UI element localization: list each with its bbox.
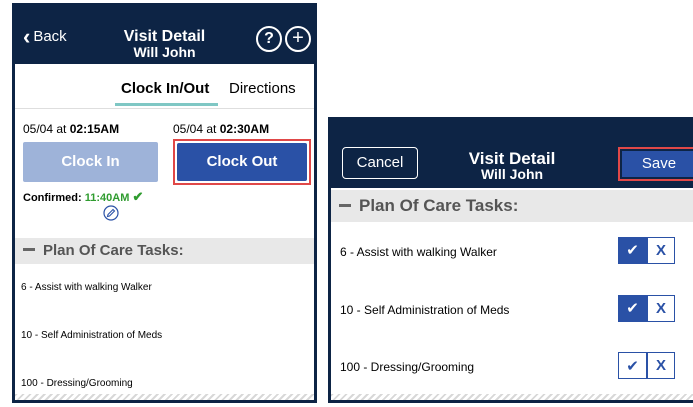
torn-edge: [331, 394, 693, 400]
clock-in-date: 05/04 at: [23, 122, 70, 136]
task-item: 6 - Assist with walking Walker: [21, 282, 152, 293]
check-icon[interactable]: ✔: [618, 352, 647, 379]
clock-out-highlight: Clock Out: [173, 139, 311, 185]
add-icon[interactable]: +: [285, 26, 311, 52]
header-bar: Cancel Visit Detail Will John Save: [331, 120, 693, 188]
torn-edge: [15, 394, 314, 400]
task-item: 100 - Dressing/Grooming: [21, 378, 133, 389]
clock-out-date: 05/04 at: [173, 122, 220, 136]
help-icon[interactable]: ?: [256, 26, 282, 52]
tab-clock-in-out[interactable]: Clock In/Out: [121, 80, 209, 97]
x-button[interactable]: X: [647, 295, 675, 322]
task-toggle: ✔ X: [618, 237, 675, 264]
task-item: 10 - Self Administration of Meds: [21, 330, 163, 341]
clock-in-button[interactable]: Clock In: [23, 142, 158, 182]
check-icon[interactable]: ✔: [618, 237, 647, 264]
plan-of-care-header[interactable]: Plan Of Care Tasks:: [15, 238, 314, 264]
collapse-icon: [23, 248, 35, 252]
divider: [15, 108, 314, 109]
x-button[interactable]: X: [647, 237, 675, 264]
task-toggle: ✔ X: [618, 352, 675, 379]
header-bar: ‹ Back Visit Detail Will John ? +: [15, 6, 314, 64]
task-toggle: ✔ X: [618, 295, 675, 322]
clock-out-time-value: 02:30AM: [219, 122, 270, 136]
section-title: Plan Of Care Tasks:: [359, 196, 519, 215]
task-label: 6 - Assist with walking Walker: [340, 245, 497, 259]
tab-bar: Clock In/Out Directions: [15, 74, 314, 109]
section-title: Plan Of Care Tasks:: [43, 242, 184, 259]
plan-of-care-header[interactable]: Plan Of Care Tasks:: [331, 190, 693, 222]
task-label: 10 - Self Administration of Meds: [340, 303, 510, 317]
clock-in-time-value: 02:15AM: [69, 122, 120, 136]
tab-directions[interactable]: Directions: [229, 80, 296, 97]
check-icon: ✔: [132, 189, 144, 204]
task-label: 100 - Dressing/Grooming: [340, 360, 475, 374]
clock-in-time: 05/04 at 02:15AM: [23, 122, 119, 136]
confirmed-status: Confirmed: 11:40AM ✔: [23, 189, 143, 205]
save-button[interactable]: Save: [622, 151, 693, 177]
x-button[interactable]: X: [647, 352, 675, 379]
check-icon[interactable]: ✔: [618, 295, 647, 322]
clock-out-time: 05/04 at 02:30AM: [173, 122, 269, 136]
clock-out-button[interactable]: Clock Out: [177, 143, 307, 181]
edit-icon[interactable]: [103, 205, 119, 221]
save-highlight: Save: [618, 147, 693, 181]
confirmed-time: 11:40AM: [84, 192, 130, 204]
collapse-icon: [339, 203, 351, 207]
confirmed-label: Confirmed:: [23, 192, 82, 204]
tasks-edit-screen: Cancel Visit Detail Will John Save Plan …: [328, 117, 693, 403]
clock-screen: ‹ Back Visit Detail Will John ? + Clock …: [12, 3, 317, 403]
active-tab-indicator: [115, 103, 218, 106]
